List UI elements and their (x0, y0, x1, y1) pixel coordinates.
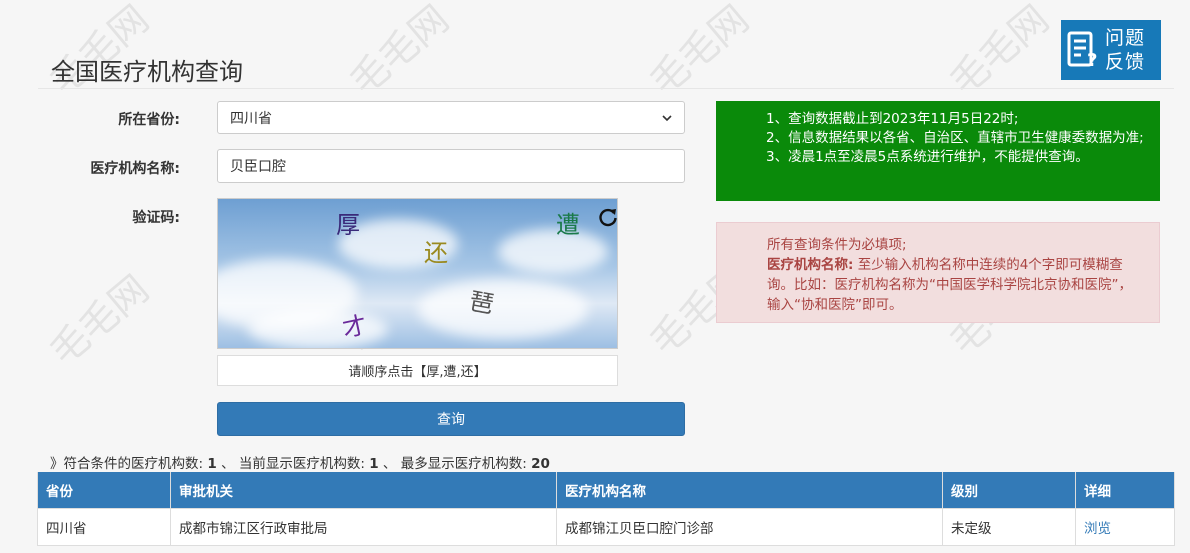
institution-name-label: 医疗机构名称: (90, 161, 180, 177)
watermark: 毛毛网 (641, 0, 758, 104)
captcha-char[interactable]: 遭 (556, 205, 580, 240)
matched-count-label: 》符合条件的医疗机构数: (50, 456, 204, 472)
max-count-label: 最多显示医疗机构数: (400, 456, 527, 472)
data-notice-line: 1、查询数据截止到2023年11月5日22时; (766, 111, 1019, 127)
matched-count: 1 (207, 456, 217, 472)
captcha-char[interactable]: 还 (424, 233, 448, 268)
result-summary: 》符合条件的医疗机构数: 1 、 当前显示医疗机构数: 1 、 最多显示医疗机构… (50, 452, 550, 472)
svg-text:?: ? (1087, 50, 1097, 70)
watermark: 毛毛网 (341, 0, 458, 104)
requirement-notice-body: 医疗机构名称: 至少输入机构名称中连续的4个字即可模糊查询。比如：医疗机构名称为… (767, 255, 1143, 315)
captcha-char[interactable]: 厚 (336, 205, 360, 240)
table-row: 四川省 成都市锦江区行政审批局 成都锦江贝臣口腔门诊部 未定级 浏览 (37, 508, 1175, 546)
feedback-label-line1: 问题 (1105, 27, 1146, 49)
watermark: 毛毛网 (941, 0, 1058, 104)
cell-institution: 成都锦江贝臣口腔门诊部 (556, 508, 943, 546)
max-count: 20 (531, 456, 550, 472)
feedback-label: 问题 反馈 (1105, 26, 1145, 74)
feedback-button[interactable]: ? 问题 反馈 (1061, 20, 1161, 80)
province-select[interactable]: 四川省 (217, 101, 685, 134)
cell-authority: 成都市锦江区行政审批局 (170, 508, 557, 546)
page-title: 全国医疗机构查询 (51, 58, 243, 87)
title-divider (38, 88, 1174, 89)
column-header-detail: 详细 (1075, 472, 1175, 509)
watermark: 毛毛网 (41, 266, 158, 374)
province-select-value: 四川省 (230, 110, 272, 127)
results-table: 省份 审批机关 医疗机构名称 级别 详细 四川省 成都市锦江区行政审批局 成都锦… (37, 472, 1175, 546)
requirement-notice-label: 医疗机构名称: (767, 257, 854, 273)
data-notice-line: 3、凌晨1点至凌晨5点系统进行维护，不能提供查询。 (766, 149, 1089, 165)
column-header-province: 省份 (37, 472, 171, 509)
cell-level: 未定级 (942, 508, 1076, 546)
column-header-authority: 审批机关 (170, 472, 557, 509)
captcha-image[interactable]: 厚 遭 还 琶 才 (217, 198, 618, 349)
summary-separator: 、 (382, 456, 397, 472)
cell-province: 四川省 (37, 508, 171, 546)
chevron-down-icon (662, 114, 672, 121)
requirement-notice: 所有查询条件为必填项; 医疗机构名称: 至少输入机构名称中连续的4个字即可模糊查… (716, 222, 1160, 323)
captcha-hint: 请顺序点击【厚,遭,还】 (217, 355, 618, 386)
province-label: 所在省份: (118, 112, 180, 128)
cell-detail: 浏览 (1075, 508, 1175, 546)
data-notice-line: 2、信息数据结果以各省、自治区、直辖市卫生健康委数据为准; (766, 130, 1144, 146)
data-notice: 1、查询数据截止到2023年11月5日22时; 2、信息数据结果以各省、自治区、… (716, 101, 1160, 201)
refresh-icon[interactable] (597, 206, 619, 228)
captcha-label: 验证码: (132, 210, 180, 226)
feedback-label-line2: 反馈 (1105, 51, 1146, 73)
requirement-notice-line: 所有查询条件为必填项; (767, 237, 907, 253)
shown-count: 1 (369, 456, 379, 472)
column-header-level: 级别 (942, 472, 1076, 509)
institution-name-input[interactable]: 贝臣口腔 (217, 149, 685, 183)
table-header-row: 省份 审批机关 医疗机构名称 级别 详细 (37, 472, 1175, 509)
query-button[interactable]: 查询 (217, 402, 685, 436)
summary-separator: 、 (221, 456, 235, 472)
shown-count-label: 当前显示医疗机构数: (238, 456, 365, 472)
browse-link[interactable]: 浏览 (1084, 521, 1111, 537)
feedback-form-icon: ? (1061, 20, 1105, 80)
column-header-institution: 医疗机构名称 (556, 472, 943, 509)
